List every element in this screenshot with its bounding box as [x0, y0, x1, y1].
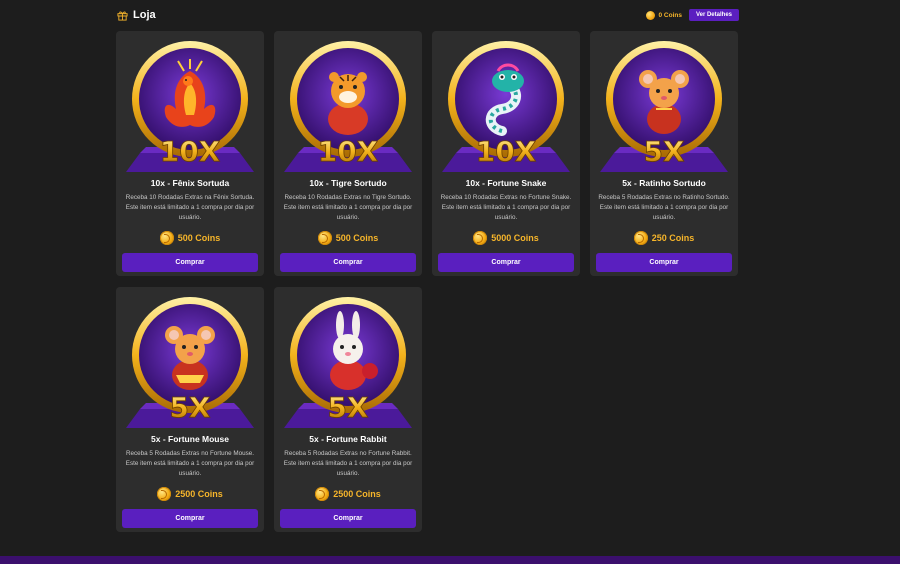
buy-button[interactable]: Comprar: [596, 253, 732, 272]
multiplier-label: 10X: [318, 135, 379, 168]
buy-button[interactable]: Comprar: [438, 253, 574, 272]
product-name: 5x - Fortune Rabbit: [309, 434, 387, 444]
coin-balance: 0 Coins: [646, 10, 682, 20]
price-label: 2500 Coins: [175, 489, 223, 499]
product-grid: 10X 10x - Fênix Sortuda Receba 10 Rodadas …: [116, 31, 740, 532]
product-price: 500 Coins: [274, 231, 422, 245]
header-actions: 0 Coins Ver Detalhes: [646, 9, 739, 21]
multiplier-label: 5X: [169, 391, 210, 424]
product-price: 250 Coins: [590, 231, 738, 245]
price-label: 500 Coins: [335, 233, 379, 243]
coin-icon: [157, 487, 172, 501]
coin-icon: [317, 231, 332, 245]
product-art: 5X: [600, 41, 728, 172]
product-description: Receba 10 Rodadas Extras no Fortune Snak…: [440, 194, 572, 221]
footer-bar: [0, 556, 900, 564]
coin-icon: [646, 10, 656, 20]
view-details-button[interactable]: Ver Detalhes: [688, 9, 739, 21]
product-card: 5X 5x - Fortune Rabbit Receba 5 Rodadas Ex…: [274, 287, 422, 532]
product-description: Receba 5 Rodadas Extras no Ratinho Sortu…: [598, 194, 730, 221]
product-price: 2500 Coins: [274, 487, 422, 501]
coin-balance-label: 0 Coins: [658, 11, 682, 19]
price-label: 250 Coins: [651, 233, 695, 243]
price-label: 500 Coins: [177, 233, 221, 243]
shop-header: Loja 0 Coins Ver Detalhes: [117, 6, 739, 24]
buy-button[interactable]: Comprar: [122, 509, 258, 528]
product-description: Receba 5 Rodadas Extras no Fortune Mouse…: [125, 450, 255, 477]
product-card: 5X 5x - Fortune Mouse Receba 5 Rodadas Ext…: [116, 287, 264, 532]
product-price: 500 Coins: [116, 231, 264, 245]
multiplier-label: 10X: [160, 135, 221, 168]
product-name: 5x - Ratinho Sortudo: [622, 178, 706, 188]
multiplier-label: 5X: [327, 391, 368, 424]
buy-button[interactable]: Comprar: [122, 253, 258, 272]
product-name: 10x - Tigre Sortudo: [309, 178, 387, 188]
product-name: 10x - Fênix Sortuda: [150, 178, 230, 188]
coin-icon: [159, 231, 174, 245]
product-description: Receba 10 Rodadas Extras na Fênix Sortud…: [125, 194, 255, 221]
product-name: 5x - Fortune Mouse: [151, 434, 229, 444]
multiplier-label: 5X: [643, 135, 684, 168]
product-description: Receba 5 Rodadas Extras no Fortune Rabbi…: [283, 450, 413, 477]
shop-page: Loja 0 Coins Ver Detalhes 10X 10x - Fênix…: [0, 0, 900, 564]
product-price: 2500 Coins: [116, 487, 264, 501]
product-card: 5X 5x - Ratinho Sortudo Receba 5 Rodadas E…: [590, 31, 738, 276]
coin-icon: [633, 231, 648, 245]
coin-icon: [473, 231, 488, 245]
product-card: 10X 10x - Fênix Sortuda Receba 10 Rodadas …: [116, 31, 264, 276]
product-name: 10x - Fortune Snake: [465, 178, 547, 188]
product-price: 5000 Coins: [432, 231, 580, 245]
page-title: Loja: [133, 9, 156, 21]
shop-title-group: Loja: [117, 9, 156, 21]
gift-icon: [117, 10, 128, 21]
buy-button[interactable]: Comprar: [280, 253, 416, 272]
buy-button[interactable]: Comprar: [280, 509, 416, 528]
price-label: 5000 Coins: [491, 233, 539, 243]
product-card: 10X 10x - Fortune Snake Receba 10 Rodadas …: [432, 31, 580, 276]
product-card: 10X 10x - Tigre Sortudo Receba 10 Rodadas …: [274, 31, 422, 276]
product-art: 10X: [442, 41, 570, 172]
product-art: 5X: [284, 297, 412, 428]
product-art: 5X: [126, 297, 254, 428]
coin-icon: [315, 487, 330, 501]
product-art: 10X: [284, 41, 412, 172]
price-label: 2500 Coins: [333, 489, 381, 499]
product-description: Receba 10 Rodadas Extras no Tigre Sortud…: [283, 194, 413, 221]
multiplier-label: 10X: [476, 135, 537, 168]
product-art: 10X: [126, 41, 254, 172]
